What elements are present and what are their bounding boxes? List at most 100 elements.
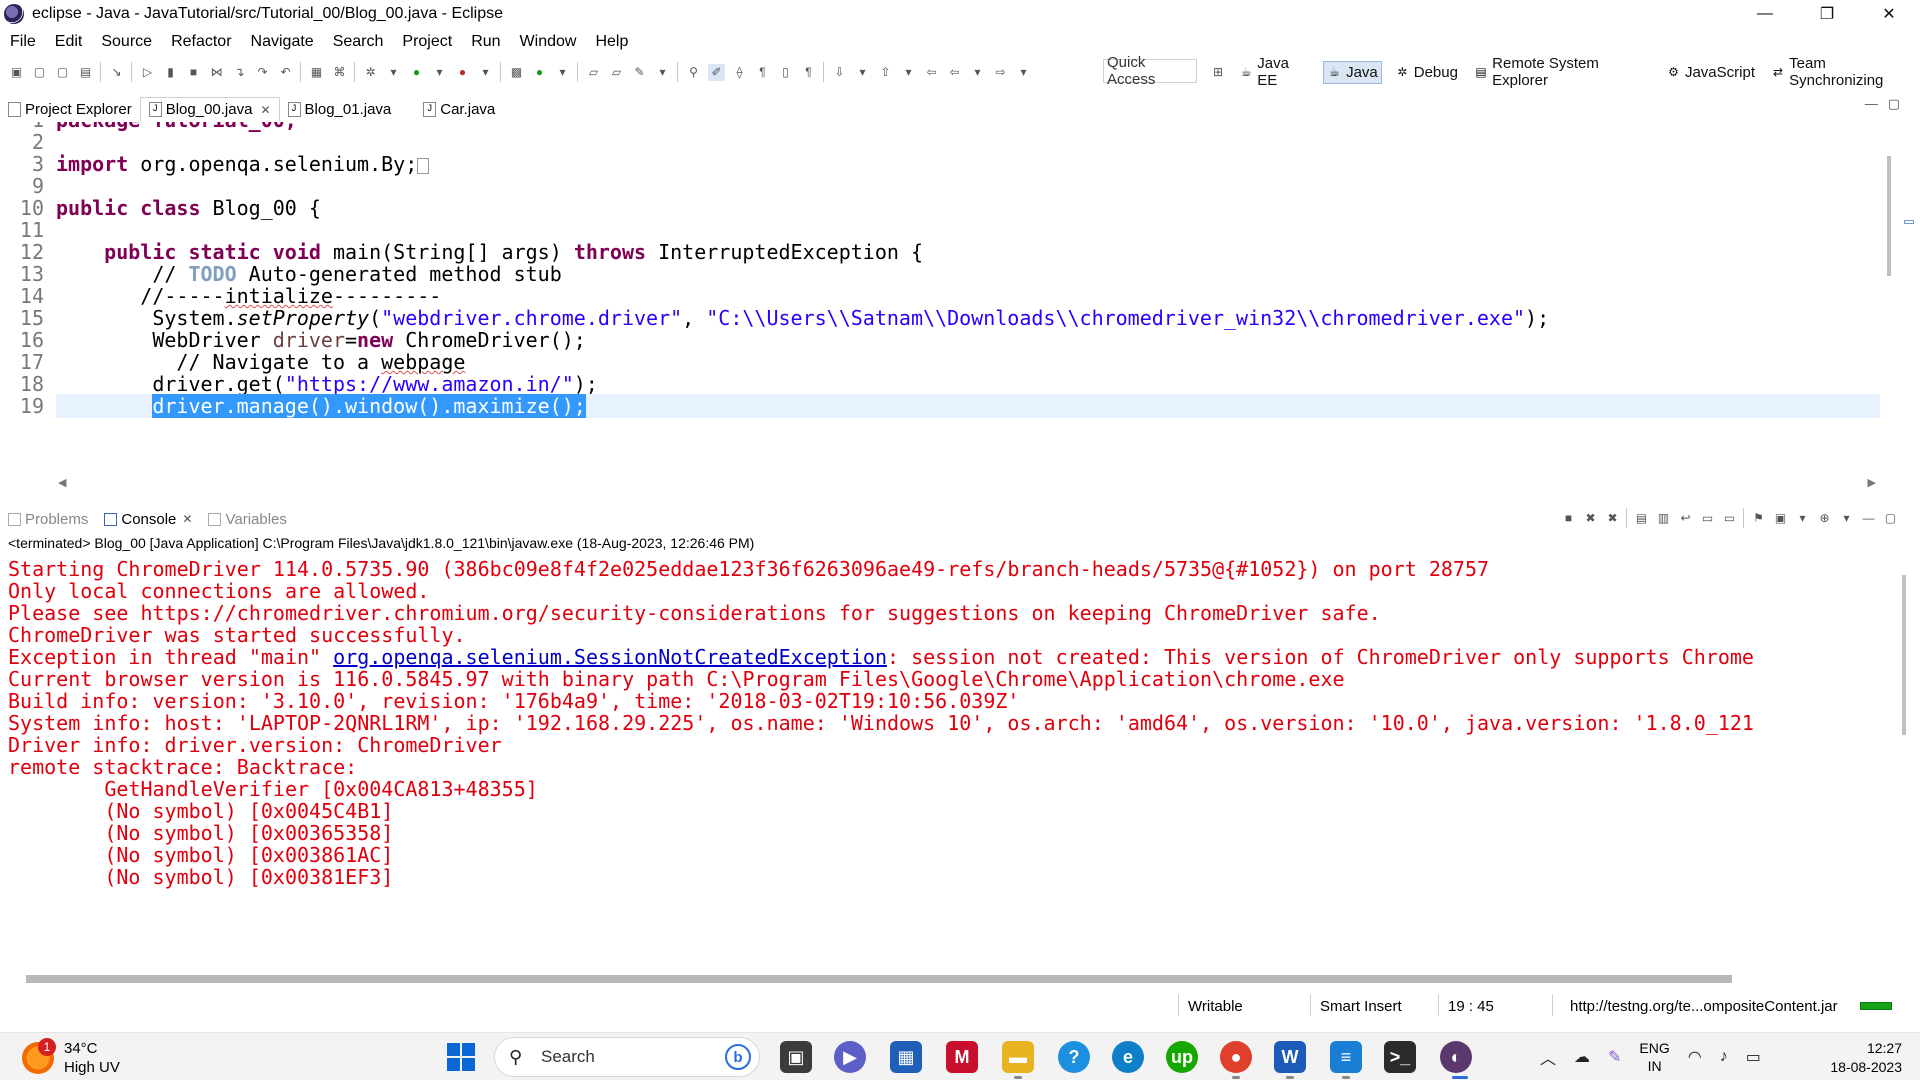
status-cursor-position[interactable]: 19 : 45	[1448, 998, 1494, 1015]
store-icon[interactable]: ▦	[890, 1041, 922, 1073]
tab-car[interactable]: J Car.java	[415, 97, 503, 121]
perspective-remote-system[interactable]: ▤ Remote System Explorer	[1471, 53, 1653, 91]
onedrive-icon[interactable]: ☁	[1574, 1047, 1590, 1067]
scroll-lock-icon[interactable]: ▥	[1655, 510, 1672, 527]
scroll-right-icon[interactable]: ▶	[1868, 476, 1876, 489]
file-explorer-icon[interactable]: ▬	[1002, 1041, 1034, 1073]
folded-marker-icon[interactable]	[417, 157, 430, 174]
toggle-block-icon[interactable]: ⟠	[731, 64, 748, 81]
terminate-icon[interactable]: ■	[1560, 510, 1577, 527]
show-whitespace-icon[interactable]: ¶	[754, 64, 771, 81]
step-return-icon[interactable]: ↶	[277, 64, 294, 81]
debug-dropdown-icon[interactable]: ▾	[385, 64, 402, 81]
next-annotation-icon[interactable]: ⇩	[831, 64, 848, 81]
search-dropdown-icon[interactable]: ▾	[654, 64, 671, 81]
perspective-team-sync[interactable]: ⇄ Team Synchronizing	[1768, 53, 1920, 91]
tab-console[interactable]: Console ✕	[96, 507, 201, 531]
next-annotation-dropdown-icon[interactable]: ▾	[854, 64, 871, 81]
minimize-button[interactable]: —	[1734, 0, 1796, 28]
bing-icon[interactable]: b	[725, 1044, 751, 1070]
pin-console-icon[interactable]: ⚑	[1750, 510, 1767, 527]
editor-vertical-scrollbar[interactable]	[1881, 122, 1897, 474]
progress-bar[interactable]	[1860, 1002, 1892, 1010]
minimize-view-icon[interactable]: —	[1860, 510, 1877, 527]
mcafee-icon[interactable]: M	[946, 1041, 978, 1073]
menu-project[interactable]: Project	[402, 33, 452, 51]
close-tab-icon[interactable]: ✕	[182, 512, 192, 526]
forward-dropdown-icon[interactable]: ▾	[1015, 64, 1032, 81]
clear-console-icon[interactable]: ▤	[1633, 510, 1650, 527]
help-icon[interactable]: ?	[1058, 1041, 1090, 1073]
close-tab-icon[interactable]: ✕	[260, 103, 270, 117]
volume-icon[interactable]: ♪	[1720, 1048, 1728, 1066]
menu-window[interactable]: Window	[520, 33, 577, 51]
status-background-task[interactable]: http://testng.org/te...ompositeContent.j…	[1570, 998, 1838, 1015]
open-perspective-icon[interactable]: ⊞	[1210, 64, 1226, 81]
open-resource-icon[interactable]: ▱	[608, 64, 625, 81]
clock[interactable]: 12:27 18-08-2023	[1812, 1039, 1902, 1077]
perspective-java-ee[interactable]: ☕ Java EE	[1236, 53, 1313, 91]
last-edit-icon[interactable]: ⇦	[923, 64, 940, 81]
toggle-mark-occurrences-icon[interactable]: ⚲	[685, 64, 702, 81]
exception-link[interactable]: org.openqa.selenium.SessionNotCreatedExc…	[333, 645, 887, 669]
show-stderr-icon[interactable]: ▭	[1721, 510, 1738, 527]
pen-icon[interactable]: ✎	[1608, 1047, 1621, 1067]
prev-annotation-dropdown-icon[interactable]: ▾	[900, 64, 917, 81]
battery-icon[interactable]: ▭	[1746, 1047, 1761, 1067]
tab-project-explorer[interactable]: Project Explorer	[0, 97, 140, 121]
debug-run-icon[interactable]: ✲	[362, 64, 379, 81]
suspend-icon[interactable]: ▮	[162, 64, 179, 81]
editor-minmax[interactable]: —▢	[1865, 96, 1910, 112]
print-icon[interactable]: ▤	[77, 64, 94, 81]
tab-problems[interactable]: Problems	[0, 507, 96, 531]
display-console-icon[interactable]: ▣	[1772, 510, 1789, 527]
disconnect-icon[interactable]: ⋈	[208, 64, 225, 81]
scroll-left-icon[interactable]: ◀	[58, 476, 66, 489]
task-context-icon[interactable]: ⌘	[331, 64, 348, 81]
wifi-icon[interactable]: ◠	[1688, 1047, 1702, 1067]
external-tools-dropdown-icon[interactable]: ▾	[477, 64, 494, 81]
run-icon[interactable]: ●	[408, 64, 425, 81]
open-console-dropdown-icon[interactable]: ▾	[1838, 510, 1855, 527]
word-icon[interactable]: W	[1274, 1041, 1306, 1073]
menu-source[interactable]: Source	[101, 33, 152, 51]
save-all-icon[interactable]: ▢	[54, 64, 71, 81]
menu-refactor[interactable]: Refactor	[171, 33, 231, 51]
show-source-icon[interactable]: ▯	[777, 64, 794, 81]
language-indicator[interactable]: ENG IN	[1639, 1039, 1669, 1075]
new-icon[interactable]: ▣	[8, 64, 25, 81]
external-tools-icon[interactable]: ●	[454, 64, 471, 81]
menu-run[interactable]: Run	[471, 33, 500, 51]
run-dropdown-icon[interactable]: ▾	[431, 64, 448, 81]
perspective-java[interactable]: ☕ Java	[1323, 60, 1382, 84]
occurrence-marker[interactable]	[1904, 220, 1914, 224]
tab-blog-00[interactable]: J Blog_00.java ✕	[139, 97, 280, 121]
console-vertical-scrollbar[interactable]	[1897, 557, 1913, 967]
save-icon[interactable]: ▢	[31, 64, 48, 81]
eclipse-taskbar-icon[interactable]: ◐	[1440, 1041, 1472, 1073]
start-button[interactable]	[447, 1043, 475, 1071]
step-into-icon[interactable]: ↴	[231, 64, 248, 81]
maximize-view-icon[interactable]: ▢	[1882, 510, 1899, 527]
edge-icon[interactable]: e	[1112, 1041, 1144, 1073]
overview-ruler[interactable]	[1900, 122, 1920, 474]
new-class-dropdown-icon[interactable]: ▾	[554, 64, 571, 81]
forward-icon[interactable]: ⇨	[992, 64, 1009, 81]
remove-all-icon[interactable]: ✖	[1604, 510, 1621, 527]
upwork-icon[interactable]: up	[1166, 1041, 1198, 1073]
scroll-thumb[interactable]	[1887, 156, 1891, 276]
perspective-javascript[interactable]: ⚙ JavaScript	[1663, 62, 1758, 83]
back-icon[interactable]: ⇦	[946, 64, 963, 81]
perspective-debug[interactable]: ✲ Debug	[1392, 62, 1461, 83]
notepad-icon[interactable]: ≡	[1330, 1041, 1362, 1073]
step-over-icon[interactable]: ↷	[254, 64, 271, 81]
task-view-icon[interactable]: ▣	[780, 1041, 812, 1073]
teams-chat-icon[interactable]: ▶	[834, 1041, 866, 1073]
taskbar-search[interactable]: ⚲ Search b	[494, 1037, 760, 1077]
new-class-icon[interactable]: ●	[531, 64, 548, 81]
close-button[interactable]: ✕	[1858, 0, 1920, 28]
new-java-project-icon[interactable]: ▩	[508, 64, 525, 81]
menu-search[interactable]: Search	[333, 33, 384, 51]
terminate-icon[interactable]: ■	[185, 64, 202, 81]
status-insert-mode[interactable]: Smart Insert	[1320, 998, 1402, 1015]
